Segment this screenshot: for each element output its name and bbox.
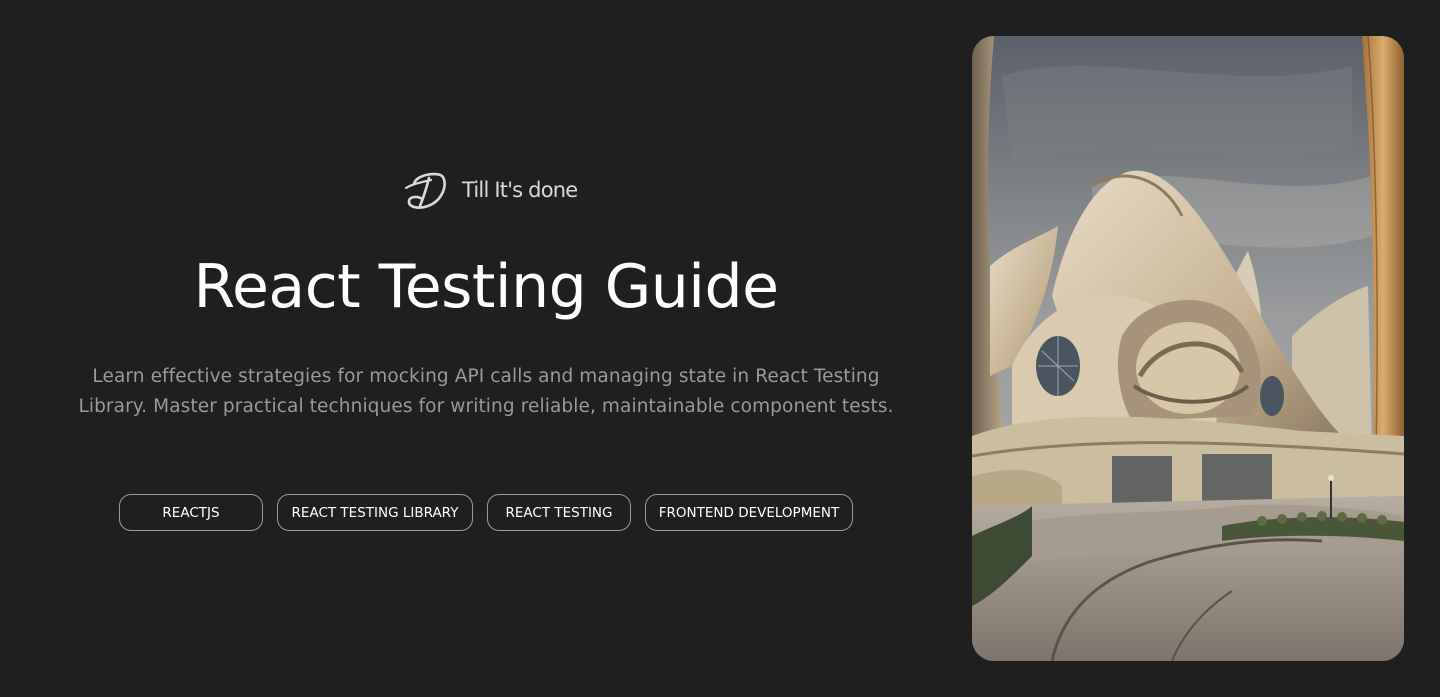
page-title: React Testing Guide (193, 252, 779, 322)
brand[interactable]: Till It's done (404, 170, 578, 210)
brand-name: Till It's done (462, 178, 578, 202)
tag-reactjs[interactable]: REACTJS (119, 494, 263, 531)
tag-react-testing-library[interactable]: REACT TESTING LIBRARY (277, 494, 473, 531)
page-description: Learn effective strategies for mocking A… (78, 366, 894, 417)
td-logo-icon (404, 170, 452, 210)
tag-react-testing[interactable]: REACT TESTING (487, 494, 631, 531)
tag-list: REACTJS REACT TESTING LIBRARY REACT TEST… (0, 494, 972, 531)
architecture-illustration (972, 36, 1404, 661)
cover-image (972, 36, 1404, 661)
article-header: Till It's done React Testing Guide Learn… (0, 0, 1440, 697)
tag-frontend-development[interactable]: FRONTEND DEVELOPMENT (645, 494, 853, 531)
header-text-column: Till It's done React Testing Guide Learn… (0, 0, 972, 697)
